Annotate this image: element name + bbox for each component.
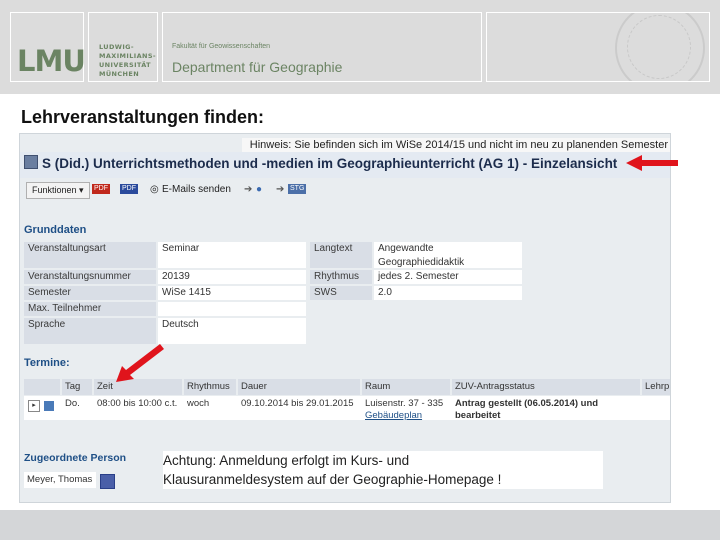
value-veranstaltungsnummer: 20139 bbox=[158, 270, 306, 284]
termine-heading: Termine: bbox=[24, 357, 70, 369]
arrow-right-icon[interactable]: ➔ bbox=[276, 183, 284, 197]
value-rhythmus: jedes 2. Semester bbox=[374, 270, 522, 284]
footer-band bbox=[0, 510, 720, 540]
course-title: S (Did.) Unterrichtsmethoden und -medien… bbox=[42, 156, 618, 171]
university-seal-icon bbox=[615, 13, 705, 81]
slide-title: Lehrveranstaltungen finden: bbox=[21, 107, 265, 127]
department-box: Fakultät für Geowissenschaften Departmen… bbox=[162, 12, 482, 82]
lmu-logo: LMU bbox=[10, 12, 86, 82]
label-veranstaltungsnummer: Veranstaltungsnummer bbox=[24, 270, 156, 284]
column-header-lehrperson: Lehrp bbox=[642, 379, 670, 395]
university-line: LUDWIG- bbox=[99, 43, 135, 51]
column-header-rhythmus: Rhythmus bbox=[184, 379, 236, 395]
stg-icon[interactable]: STG bbox=[288, 184, 307, 194]
course-icon bbox=[24, 155, 38, 169]
value-veranstaltungsart: Seminar bbox=[158, 242, 306, 268]
registration-notice: Achtung: Anmeldung erfolgt im Kurs- und … bbox=[163, 451, 603, 489]
label-veranstaltungsart: Veranstaltungsart bbox=[24, 242, 156, 268]
lmu-logo-text: LMU bbox=[17, 44, 86, 78]
pdf-icon[interactable]: PDF bbox=[92, 184, 110, 194]
university-line: MÜNCHEN bbox=[99, 70, 140, 78]
red-arrow-left-icon bbox=[626, 155, 678, 171]
calendar-icon[interactable] bbox=[44, 401, 54, 411]
expand-icon[interactable]: ▸ bbox=[28, 400, 40, 412]
column-header-dauer: Dauer bbox=[238, 379, 360, 395]
notice-line-1: Achtung: Anmeldung erfolgt im Kurs- und bbox=[163, 453, 410, 468]
course-toolbar: Funktionen ▾ PDF PDF ◎ E-Mails senden ➔ … bbox=[26, 180, 666, 200]
column-header-raum: Raum bbox=[362, 379, 450, 395]
department-name: Department für Geographie bbox=[172, 59, 343, 75]
red-arrow-down-left-icon bbox=[116, 344, 164, 382]
cell-zuv-status: Antrag gestellt (06.05.2014) und bearbei… bbox=[455, 398, 599, 421]
course-title-bar: S (Did.) Unterrichtsmethoden und -medien… bbox=[20, 152, 670, 178]
cell-raum: Luisenstr. 37 - 335 Gebäudeplan bbox=[362, 396, 452, 424]
university-line: MAXIMILIANS- bbox=[99, 52, 157, 60]
termine-row: ▸ Do. 08:00 bis 10:00 c.t. woch 09.10.20… bbox=[24, 396, 670, 421]
label-sws: SWS bbox=[310, 286, 372, 300]
cell-dauer: 09.10.2014 bis 29.01.2015 bbox=[241, 398, 354, 409]
semester-hint: Hinweis: Sie befinden sich im WiSe 2014/… bbox=[241, 138, 670, 152]
faculty-name: Fakultät für Geowissenschaften bbox=[172, 43, 271, 50]
value-semester: WiSe 1415 bbox=[158, 286, 306, 300]
label-semester: Semester bbox=[24, 286, 156, 300]
seal-box bbox=[486, 12, 710, 82]
university-name-block: LUDWIG- MAXIMILIANS- UNIVERSITÄT MÜNCHEN bbox=[88, 12, 158, 82]
column-header-zuv-status: ZUV-Antragsstatus bbox=[452, 379, 640, 395]
label-langtext: Langtext bbox=[310, 242, 372, 268]
value-langtext: Angewandte Geographiedidaktik bbox=[374, 242, 522, 268]
university-line: UNIVERSITÄT bbox=[99, 61, 152, 69]
person-grid-icon[interactable] bbox=[100, 474, 115, 489]
label-rhythmus: Rhythmus bbox=[310, 270, 372, 284]
course-detail-screenshot: Hinweis: Sie befinden sich im WiSe 2014/… bbox=[19, 133, 671, 503]
notice-line-2: Klausuranmeldesystem auf der Geographie-… bbox=[163, 472, 502, 487]
functions-button[interactable]: Funktionen ▾ bbox=[26, 182, 90, 199]
email-icon[interactable]: ◎ bbox=[150, 183, 159, 197]
column-header-blank bbox=[24, 379, 60, 395]
cell-tag: Do. bbox=[65, 398, 80, 409]
cell-rhythmus: woch bbox=[187, 398, 210, 409]
value-sprache: Deutsch bbox=[158, 318, 306, 344]
arrow-right-icon[interactable]: ➔ bbox=[244, 183, 252, 197]
room-text: Luisenstr. 37 - 335 bbox=[365, 398, 444, 409]
assigned-person-name[interactable]: Meyer, Thomas bbox=[24, 472, 96, 488]
pdf-icon[interactable]: PDF bbox=[120, 184, 138, 194]
grunddaten-heading: Grunddaten bbox=[24, 224, 87, 236]
cell-zeit: 08:00 bis 10:00 c.t. bbox=[97, 398, 178, 409]
building-plan-link[interactable]: Gebäudeplan bbox=[365, 410, 422, 421]
column-header-tag: Tag bbox=[62, 379, 92, 395]
send-emails-link[interactable]: E-Mails senden bbox=[162, 183, 231, 197]
header-band: LMU LUDWIG- MAXIMILIANS- UNIVERSITÄT MÜN… bbox=[0, 0, 720, 94]
label-max-teilnehmer: Max. Teilnehmer bbox=[24, 302, 156, 316]
assigned-person-heading: Zugeordnete Person bbox=[24, 452, 127, 464]
value-sws: 2.0 bbox=[374, 286, 522, 300]
value-max-teilnehmer bbox=[158, 302, 306, 316]
info-icon[interactable]: ● bbox=[256, 183, 262, 197]
